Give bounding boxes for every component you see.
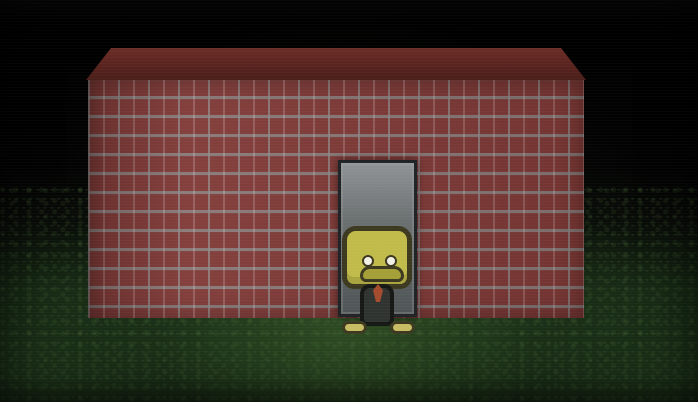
right-hand-icon <box>390 321 415 334</box>
player-character <box>342 226 418 338</box>
mustache-icon <box>360 266 404 282</box>
brick-building <box>86 48 586 318</box>
character-head <box>342 226 412 289</box>
brick-wall <box>88 80 584 318</box>
game-scene <box>0 0 698 402</box>
building-roof <box>86 48 586 80</box>
left-hand-icon <box>342 321 367 334</box>
